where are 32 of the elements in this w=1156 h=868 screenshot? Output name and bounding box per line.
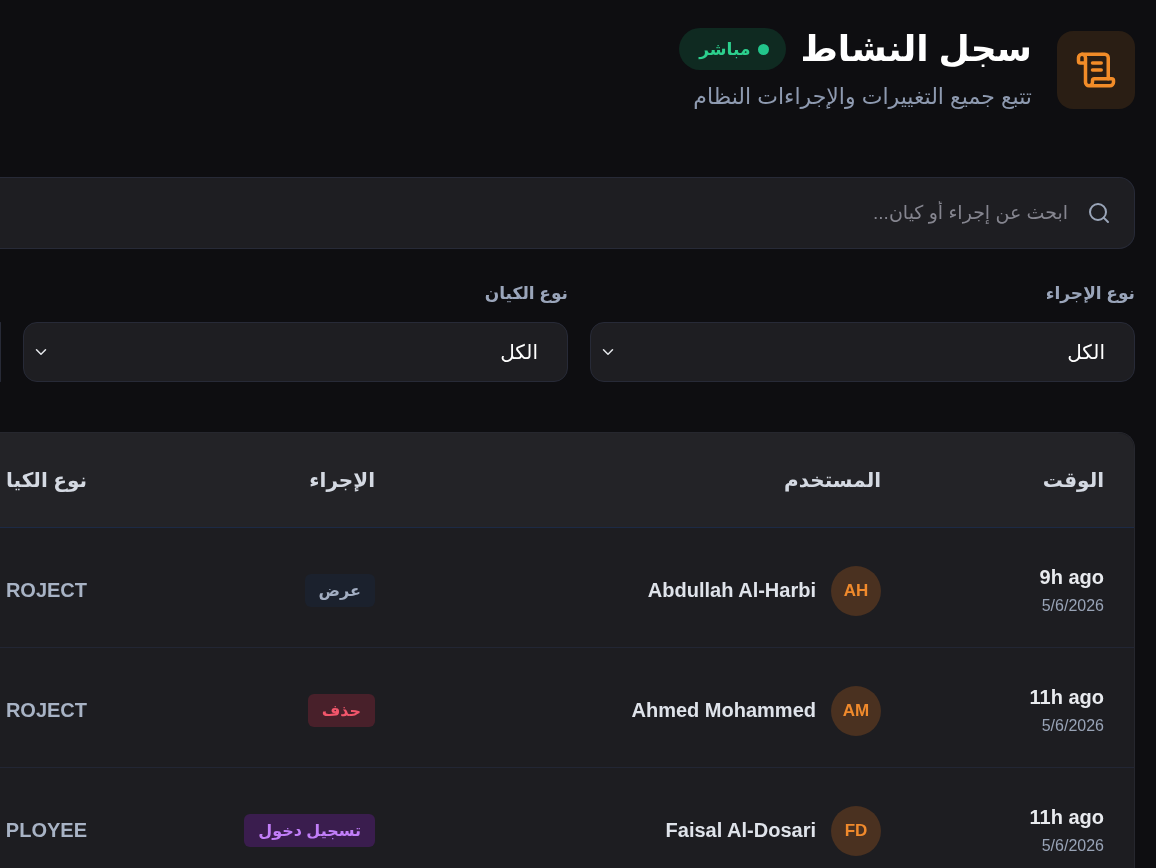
- status-dot-icon: [758, 43, 770, 55]
- user-avatar: FD: [831, 805, 881, 856]
- column-header: الوقت: [1042, 468, 1104, 492]
- entity-type-text: ROJECT: [5, 699, 87, 722]
- action-tag: عرض: [304, 574, 375, 607]
- relative-time: 9h ago: [1039, 566, 1104, 589]
- date-text: 5/6/2026: [1041, 837, 1104, 855]
- dropdown-field[interactable]: الكل: [590, 322, 1135, 382]
- user-name: Ahmed Mohammed: [631, 699, 816, 722]
- user-name: Abdullah Al-Harbi: [647, 579, 816, 602]
- page-title: سجل النشاط: [800, 27, 1032, 71]
- filter-label: نوع الكيان: [484, 283, 568, 305]
- relative-time: 11h ago: [1029, 806, 1104, 829]
- entity-type-text: PLOYEE: [5, 819, 87, 842]
- dropdown-field[interactable]: الكل: [23, 322, 568, 382]
- date-text: 5/6/2026: [1041, 597, 1104, 615]
- filter-label: نوع الإجراء: [1045, 283, 1135, 306]
- column-header: الإجراء: [309, 468, 375, 492]
- entity-type-text: ROJECT: [5, 579, 87, 602]
- status-label: مباشر: [699, 38, 751, 60]
- page-subtitle: تتبع جميع التغييرات والإجراءات النظام: [692, 83, 1032, 111]
- scroll-icon: [1057, 31, 1135, 109]
- user-name: Faisal Al-Dosari: [665, 819, 816, 842]
- relative-time: 11h ago: [1029, 686, 1104, 709]
- column-header: نوع الكيا: [6, 468, 87, 492]
- search-icon: [1087, 201, 1111, 225]
- action-tag: تسجيل دخول: [244, 814, 375, 847]
- user-avatar: AM: [831, 685, 881, 736]
- action-tag: حذف: [307, 694, 375, 727]
- user-avatar: AH: [831, 565, 881, 616]
- date-text: 5/6/2026: [1041, 717, 1104, 735]
- column-header: المستخدم: [784, 468, 881, 492]
